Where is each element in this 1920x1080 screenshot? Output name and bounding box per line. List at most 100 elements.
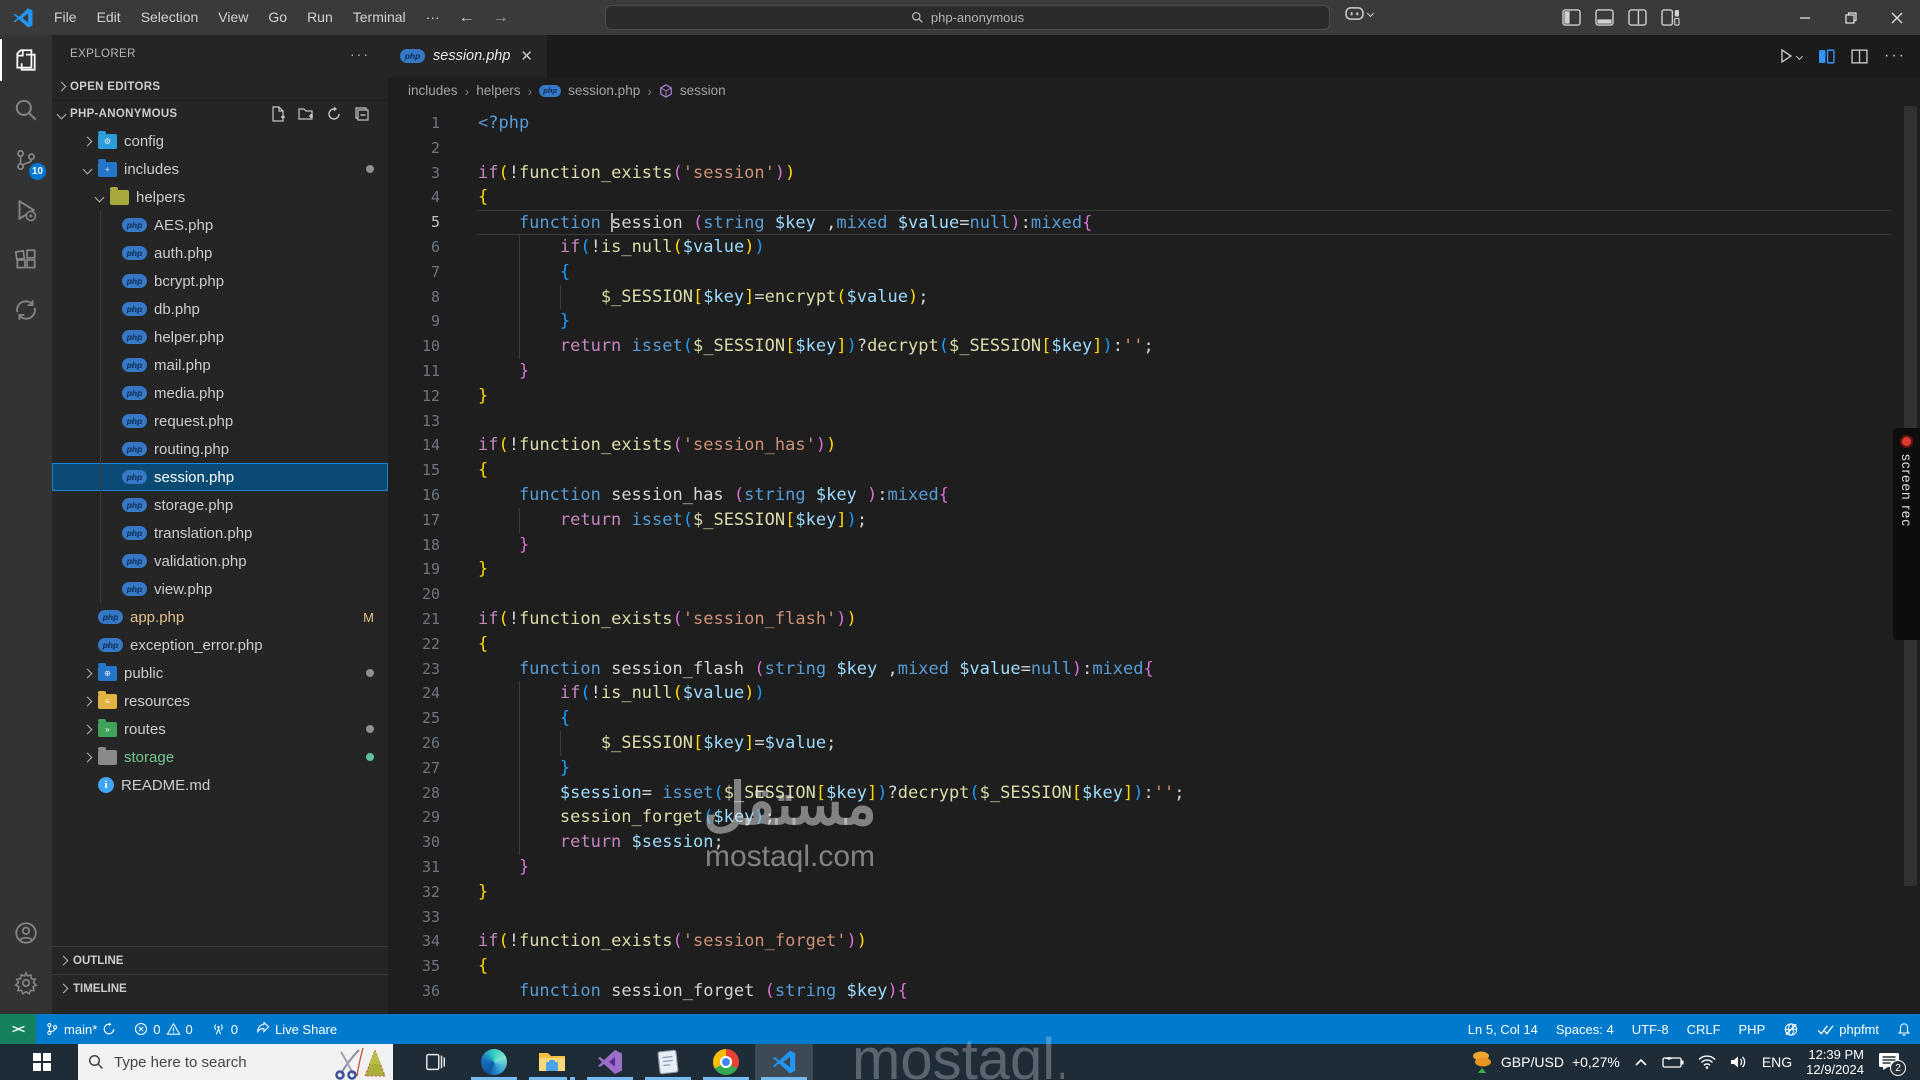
code-line-18[interactable]: 18} [388, 533, 1920, 558]
workspace-root-section[interactable]: PHP-ANONYMOUS [52, 100, 388, 127]
menu-go[interactable]: Go [258, 0, 297, 35]
tree-item-exception-error-php[interactable]: php exception_error.php [52, 631, 388, 659]
tray-chevron-up-icon[interactable] [1634, 1057, 1648, 1067]
code-editor[interactable]: 1 <?php 2 3 if(! function_exists('session')) 4… [388, 104, 1920, 1014]
breadcrumb-item[interactable]: session [680, 83, 726, 98]
tree-item-routing-php[interactable]: php routing.php [52, 435, 388, 463]
copilot-button[interactable] [1345, 6, 1375, 21]
run-button[interactable] [1778, 48, 1804, 64]
code-line-14[interactable]: 14 if(! function_exists('session_has')) [388, 433, 1920, 458]
tree-item-bcrypt-php[interactable]: php bcrypt.php [52, 267, 388, 295]
code-line-12[interactable]: 12} [388, 384, 1920, 409]
outline-section[interactable]: OUTLINE [52, 946, 388, 974]
code-line-24[interactable]: 24 if(! is_null($value)) [388, 681, 1920, 707]
extensions-icon[interactable] [0, 235, 52, 285]
notification-center[interactable]: 2 [1878, 1052, 1906, 1076]
code-line-27[interactable]: 27} [388, 755, 1920, 781]
tree-item-routes[interactable]: » routes [52, 715, 388, 743]
tree-item-helper-php[interactable]: php helper.php [52, 323, 388, 351]
code-line-7[interactable]: 7{ [388, 259, 1920, 285]
code-line-3[interactable]: 3 if(! function_exists('session')) [388, 161, 1920, 186]
start-button[interactable] [18, 1044, 66, 1080]
cursor-position[interactable]: Ln 5, Col 14 [1459, 1014, 1547, 1044]
timeline-section[interactable]: TIMELINE [52, 974, 388, 1002]
tree-item-validation-php[interactable]: php validation.php [52, 547, 388, 575]
problems-status[interactable]: 0 0 [125, 1014, 201, 1044]
code-line-6[interactable]: 6 if(! is_null($value)) [388, 234, 1920, 260]
run-debug-icon[interactable] [0, 185, 52, 235]
code-line-22[interactable]: 22{ [388, 632, 1920, 657]
tree-item-storage-php[interactable]: php storage.php [52, 491, 388, 519]
tree-item-auth-php[interactable]: php auth.php [52, 239, 388, 267]
code-line-9[interactable]: 9} [388, 309, 1920, 335]
tree-item-readme-md[interactable]: i README.md [52, 771, 388, 799]
code-line-8[interactable]: 8 $_SESSION[$key] = encrypt($value); [388, 284, 1920, 310]
tree-item-public[interactable]: ⊕ public [52, 659, 388, 687]
search-sidebar-icon[interactable] [0, 85, 52, 135]
menu-view[interactable]: View [208, 0, 258, 35]
git-branch-status[interactable]: main* [36, 1014, 125, 1044]
tree-item-translation-php[interactable]: php translation.php [52, 519, 388, 547]
remote-indicator[interactable]: >< [0, 1014, 37, 1044]
vscode-taskbar-icon[interactable] [755, 1044, 813, 1080]
volume-icon[interactable] [1730, 1055, 1748, 1069]
file-explorer-taskbar-icon[interactable] [523, 1044, 581, 1080]
input-language[interactable]: ENG [1762, 1054, 1792, 1070]
code-line-36[interactable]: 36 function session_forget (string $key){ [388, 979, 1920, 1004]
chrome-taskbar-icon[interactable] [697, 1044, 755, 1080]
breadcrumb-item[interactable]: helpers [476, 83, 520, 98]
code-line-10[interactable]: 10 return isset($_SESSION[$key])? decrypt(… [388, 334, 1920, 359]
minimap[interactable] [1776, 108, 1862, 194]
go-live-offline[interactable] [1774, 1014, 1808, 1044]
refresh-icon[interactable] [326, 106, 342, 122]
live-share-icon[interactable] [0, 285, 52, 335]
tree-item-request-php[interactable]: php request.php [52, 407, 388, 435]
customize-layout-button[interactable] [1661, 9, 1680, 26]
notifications-bell[interactable] [1888, 1014, 1920, 1044]
code-line-29[interactable]: 29 session_forget($key); [388, 805, 1920, 831]
code-line-26[interactable]: 26 $_SESSION[$key] = $value; [388, 730, 1920, 756]
language-mode[interactable]: PHP [1730, 1014, 1775, 1044]
new-file-icon[interactable] [270, 106, 286, 122]
tree-item-resources[interactable]: ≡ resources [52, 687, 388, 715]
code-line-15[interactable]: 15{ [388, 458, 1920, 483]
minimize-button[interactable] [1782, 0, 1828, 35]
live-share-status[interactable]: Live Share [247, 1014, 346, 1044]
nav-back-icon[interactable]: ← [450, 9, 484, 27]
tree-item-mail-php[interactable]: php mail.php [52, 351, 388, 379]
toggle-secondary-sidebar-button[interactable] [1628, 9, 1647, 26]
code-line-2[interactable]: 2 [388, 136, 1920, 161]
code-line-25[interactable]: 25{ [388, 706, 1920, 731]
menu-terminal[interactable]: Terminal [343, 0, 416, 35]
code-line-11[interactable]: 11} [388, 359, 1920, 384]
open-editors-section[interactable]: OPEN EDITORS [52, 73, 388, 100]
notepad-taskbar-icon[interactable] [639, 1044, 697, 1080]
tab-close-icon[interactable]: ✕ [518, 47, 535, 65]
code-line-28[interactable]: 28 $session = isset($_SESSION[$key])? decry… [388, 780, 1920, 806]
menu-selection[interactable]: Selection [131, 0, 209, 35]
tree-item-helpers[interactable]: helpers [52, 183, 388, 211]
toggle-sidebar-button[interactable] [1562, 9, 1581, 26]
menu-edit[interactable]: Edit [87, 0, 131, 35]
tree-item-aes-php[interactable]: php AES.php [52, 211, 388, 239]
encoding[interactable]: UTF-8 [1623, 1014, 1678, 1044]
currency-ticker[interactable]: GBP/USD +0,27% [1471, 1050, 1620, 1074]
record-dot-icon[interactable] [1900, 435, 1913, 448]
code-line-1[interactable]: 1 <?php [388, 111, 1920, 136]
code-line-13[interactable]: 13 [388, 409, 1920, 434]
tree-item-view-php[interactable]: php view.php [52, 575, 388, 603]
screen-recorder-widget[interactable]: screen rec [1893, 428, 1920, 640]
code-line-20[interactable]: 20 [388, 582, 1920, 607]
open-changes-icon[interactable] [1818, 48, 1835, 65]
menu-run[interactable]: Run [297, 0, 343, 35]
formatter-status[interactable]: phpfmt [1808, 1014, 1888, 1044]
task-view-button[interactable] [407, 1044, 465, 1080]
tree-item-session-php[interactable]: php session.php [52, 463, 388, 491]
accounts-icon[interactable] [0, 908, 52, 958]
code-line-19[interactable]: 19} [388, 557, 1920, 582]
tree-item-includes[interactable]: + includes [52, 155, 388, 183]
code-line-35[interactable]: 35{ [388, 954, 1920, 979]
tree-item-db-php[interactable]: php db.php [52, 295, 388, 323]
explorer-icon[interactable] [0, 35, 52, 85]
code-line-17[interactable]: 17 return isset($_SESSION[$key]); [388, 507, 1920, 533]
